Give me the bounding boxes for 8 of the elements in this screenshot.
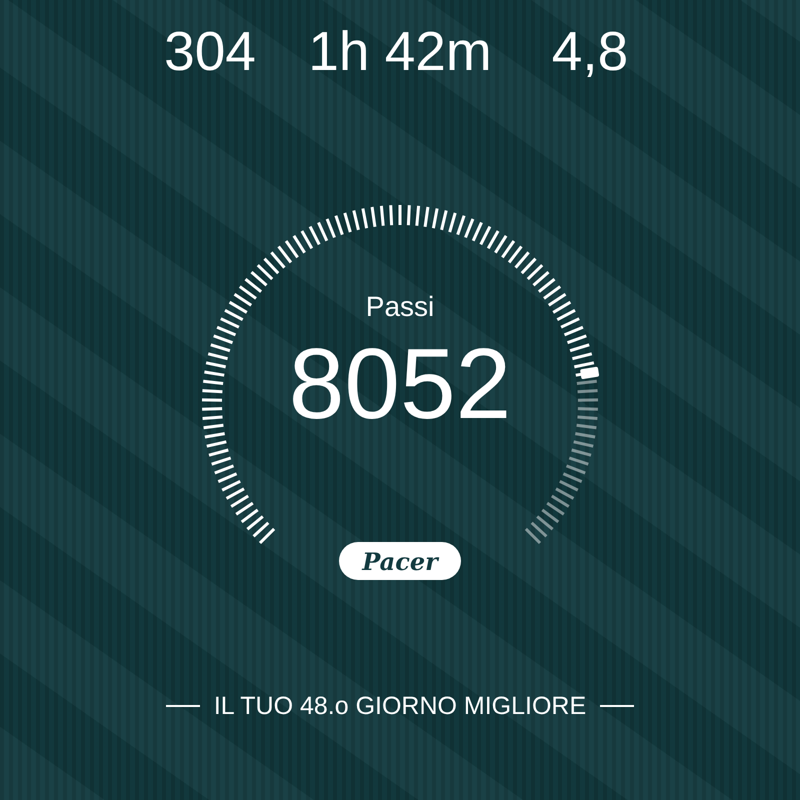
progress-marker xyxy=(580,366,600,380)
best-day-caption: IL TUO 48.o GIORNO MIGLIORE xyxy=(214,691,586,722)
stat-value: 4,8 xyxy=(550,19,630,84)
steps-label: Passi xyxy=(366,290,434,324)
stat-value: 304 xyxy=(163,19,257,84)
brand-logo: Pacer xyxy=(339,542,461,580)
stat-value: 1h 42m xyxy=(307,19,493,84)
steps-count: 8052 xyxy=(288,327,512,442)
